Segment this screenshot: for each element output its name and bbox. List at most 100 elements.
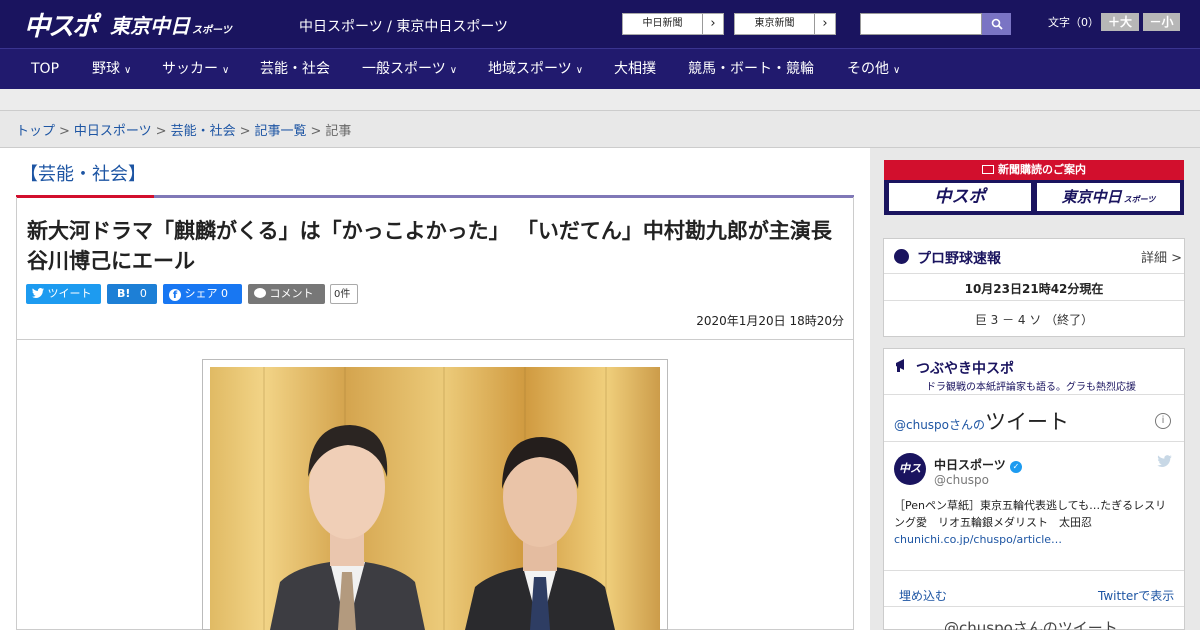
tweet-author-name[interactable]: 中日スポーツ ✓ [934, 456, 1022, 473]
tokyo-chunichi-logo-text: 東京中日 [110, 14, 190, 38]
search-icon [991, 18, 1003, 30]
baseball-details-link[interactable]: 詳細 > [1141, 247, 1182, 266]
tweet-body: ［Penペン草紙］東京五輪代表逃しても…たぎるレスリング愛 リオ五輪銀メダリスト… [894, 499, 1167, 529]
tweet-author-handle: @chuspo [934, 473, 990, 487]
divider [884, 606, 1184, 607]
tweet-button[interactable]: ツイート [26, 284, 101, 304]
twitter-widget-subtitle: ドラ観戦の本紙評論家も語る。グラも熱烈応援 [926, 382, 1136, 393]
chuspo-logo[interactable]: 中スポ [24, 6, 98, 43]
nav-item-label: サッカー [162, 61, 218, 77]
hatena-bookmark-icon: B! [117, 287, 131, 300]
comment-label: コメント [269, 287, 314, 300]
breadcrumb-separator: > [310, 124, 322, 139]
tweet-label: ツイート [47, 287, 92, 300]
twitter-bird-icon[interactable] [1157, 455, 1172, 467]
divider [884, 273, 1184, 274]
nav-item-soccer[interactable]: サッカー ∨ [162, 49, 229, 89]
breadcrumb-separator: > [59, 124, 70, 139]
twitter-timeline-word: ツイート [985, 410, 1070, 434]
tokyo-chunichi-logo[interactable]: 東京中日 スポーツ [110, 10, 232, 39]
hatena-bookmark-button[interactable]: B! 0 [107, 284, 157, 304]
chevron-down-icon: ∨ [893, 65, 901, 76]
chunichi-shimbun-label: 中日新聞 [623, 14, 703, 34]
sub-bar [0, 89, 1200, 111]
nav-item-label: 大相撲 [614, 61, 656, 77]
verified-badge-icon: ✓ [1009, 461, 1022, 473]
newspaper-icon [982, 165, 994, 174]
tweet-link[interactable]: chunichi.co.jp/chuspo/article… [894, 533, 1062, 546]
comment-bubble-icon [254, 288, 266, 298]
divider [884, 300, 1184, 301]
category-heading: 【芸能・社会】 [20, 164, 146, 185]
nav-item-baseball[interactable]: 野球 ∨ [92, 49, 131, 89]
article-headline: 新大河ドラマ「麒麟がくる」は「かっこよかった」 「いだてん」中村勘九郎が主演長谷… [27, 219, 832, 273]
breadcrumb: トップ > 中日スポーツ > 芸能・社会 > 記事一覧 > 記事 [16, 120, 351, 139]
divider [884, 441, 1184, 442]
subscribe-chuspo-button[interactable]: 中スポ [888, 182, 1032, 212]
baseball-game-score[interactable]: 巨 3 － 4 ソ （終了） [884, 311, 1184, 328]
nav-item-entertainment[interactable]: 芸能・社会 [260, 49, 330, 89]
nav-item-general-sports[interactable]: 一般スポーツ ∨ [362, 49, 457, 89]
tweet-author-name-text: 中日スポーツ [934, 458, 1006, 472]
avatar[interactable]: 中スポ [894, 453, 926, 507]
article-date: 2020年1月20日 18時20分 [696, 314, 844, 328]
chevron-down-icon: ∨ [222, 65, 230, 76]
facebook-icon: f [169, 289, 181, 301]
breadcrumb-top[interactable]: トップ [16, 124, 55, 139]
facebook-share-button[interactable]: f シェア 0 [163, 284, 242, 304]
baseball-update-time: 10月23日21時42分現在 [964, 282, 1104, 296]
chevron-down-icon: ∨ [575, 65, 584, 76]
comment-count: 0件 [330, 284, 358, 304]
comment-button[interactable]: コメント [248, 284, 325, 304]
nav-item-other[interactable]: その他 ∨ [847, 49, 900, 89]
hatena-bookmark-count: 0 [139, 287, 147, 300]
font-larger-button[interactable]: ＋大 [1101, 13, 1139, 31]
nav-item-sumo[interactable]: 大相撲 [614, 49, 656, 89]
baseball-scores-title: プロ野球速報 [917, 251, 1001, 267]
chunichi-shimbun-button[interactable]: 中日新聞 › [622, 13, 724, 35]
font-size-label: 文字（0） [1048, 16, 1099, 29]
subscribe-tokyo-chunichi-button[interactable]: 東京中日 スポーツ [1036, 182, 1181, 212]
subscribe-tokyo-chunichi-label: 東京中日 [1061, 188, 1122, 206]
tweet-text: ［Penペン草紙］東京五輪代表逃しても…たぎるレスリング愛 リオ五輪銀メダリスト… [894, 497, 1174, 548]
chevron-down-icon: ∨ [449, 65, 458, 76]
subscription-title: 新聞購読のご案内 [884, 160, 1184, 180]
nav-item-label: TOP [31, 61, 60, 77]
divider [884, 570, 1184, 571]
nav-item-label: 競馬・ボート・競輪 [688, 61, 814, 77]
view-on-twitter-link[interactable]: Twitterで表示 [1098, 587, 1174, 604]
photo-illustration [263, 367, 615, 630]
nav-item-label: 一般スポーツ [362, 61, 446, 77]
search-button[interactable] [982, 13, 1011, 35]
tokyo-chunichi-logo-sub: スポーツ [192, 25, 232, 36]
embed-link[interactable]: 埋め込む [899, 587, 947, 604]
search-input[interactable] [860, 13, 982, 35]
article-photo[interactable] [210, 367, 660, 630]
nav-item-racing[interactable]: 競馬・ボート・競輪 [688, 49, 814, 89]
chevron-down-icon: ∨ [124, 65, 132, 76]
breadcrumb-current: 記事 [325, 124, 352, 139]
main-nav: TOP 野球 ∨ サッカー ∨ 芸能・社会 一般スポーツ ∨ 地域スポーツ ∨ 大相撲 … [0, 48, 1200, 89]
twitter-timeline-header: @chuspoさんのツイート [894, 406, 1069, 436]
baseball-icon [894, 249, 909, 264]
divider [884, 394, 1184, 395]
breadcrumb-chunichi-sports[interactable]: 中日スポーツ [74, 124, 152, 139]
breadcrumb-article-list[interactable]: 記事一覧 [255, 124, 307, 139]
nav-item-label: 芸能・社会 [260, 61, 330, 77]
nav-item-label: その他 [847, 61, 889, 77]
nav-item-local-sports[interactable]: 地域スポーツ ∨ [488, 49, 583, 89]
font-smaller-button[interactable]: －小 [1143, 13, 1180, 31]
info-icon[interactable]: i [1155, 413, 1171, 429]
twitter-widget-title: つぶやき中スポ [916, 361, 1014, 377]
breadcrumb-entertainment[interactable]: 芸能・社会 [171, 124, 236, 139]
twitter-timeline-user: @chuspoさんの [894, 418, 986, 432]
tokyo-shimbun-button[interactable]: 東京新聞 › [734, 13, 836, 35]
breadcrumb-separator: > [239, 124, 251, 139]
breadcrumb-separator: > [155, 124, 167, 139]
nav-item-label: 野球 [92, 61, 120, 77]
nav-item-label: 地域スポーツ [488, 61, 572, 77]
chevron-right-icon: › [710, 16, 716, 31]
site-name: 中日スポーツ / 東京中日スポーツ [299, 19, 509, 35]
nav-item-top[interactable]: TOP [31, 49, 59, 89]
facebook-share-label: シェア 0 [184, 287, 229, 300]
